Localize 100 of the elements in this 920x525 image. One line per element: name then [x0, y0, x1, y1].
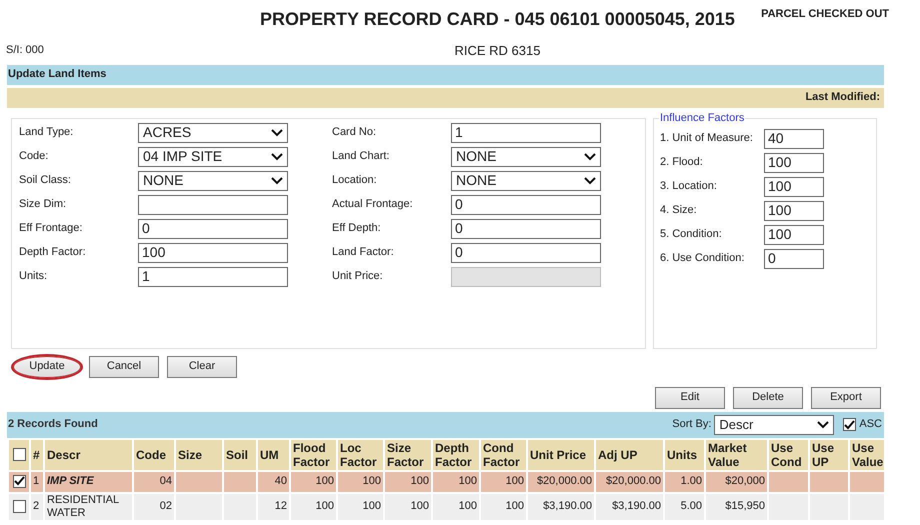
row-checkbox[interactable] [12, 448, 26, 461]
field-label: Units: [19, 269, 48, 284]
column-header: Size [175, 438, 223, 470]
panel-legend: Influence Factors [659, 112, 746, 124]
column-header: Market Value [705, 438, 768, 470]
table-cell: 12 [257, 492, 290, 520]
parcel-status: PARCEL CHECKED OUT [761, 7, 889, 22]
sort-label: Sort By: [672, 417, 712, 432]
table-button[interactable]: Export [811, 386, 881, 408]
table-cell: 100 [337, 492, 384, 520]
chevron-down-icon [584, 176, 596, 184]
input-field[interactable]: 0 [764, 248, 824, 268]
field-label: Soil Class: [19, 173, 72, 188]
table-cell: 2 [30, 492, 44, 520]
last-modified-bar: Last Modified: [7, 88, 884, 108]
service-id: S/I: 000 [6, 43, 44, 58]
column-header: Use Cond [768, 438, 809, 470]
column-header: Soil [223, 438, 257, 470]
column-header: Adj UP [595, 438, 664, 470]
column-header: Loc Factor [337, 438, 384, 470]
factor-label: 1. Unit of Measure: [660, 131, 754, 146]
table-cell: 100 [432, 492, 480, 520]
dropdown-field[interactable]: NONE [451, 170, 601, 190]
records-count: 2 Records Found [8, 417, 98, 432]
field-label: Eff Depth: [332, 221, 382, 236]
field-label: Land Factor: [332, 245, 395, 260]
table-cell: 100 [290, 492, 337, 520]
column-header: Code [133, 438, 175, 470]
chevron-down-icon [271, 128, 283, 136]
field-label: Location: [332, 173, 378, 188]
row-checkbox[interactable] [12, 500, 26, 513]
field-label: Code: [19, 149, 50, 164]
input-field[interactable]: 0 [138, 218, 288, 238]
table-cell: $3,190.00 [527, 492, 595, 520]
asc-checkbox[interactable] [843, 418, 856, 431]
factor-label: 2. Flood: [660, 155, 704, 170]
checkmark-icon [844, 420, 856, 430]
table-cell: 100 [384, 492, 432, 520]
column-header: Flood Factor [290, 438, 337, 470]
table-cell: $3,190.00 [595, 492, 664, 520]
field-label: Eff Frontage: [19, 221, 84, 236]
table-cell: 02 [133, 492, 175, 520]
checkmark-icon [14, 476, 24, 486]
field-label: Land Type: [19, 125, 74, 140]
dropdown-field[interactable]: NONE [451, 146, 601, 166]
column-header: UM [257, 438, 290, 470]
dropdown-field[interactable]: 04 IMP SITE [138, 146, 288, 166]
column-header: Units [664, 438, 705, 470]
input-field[interactable]: 0 [451, 218, 601, 238]
input-field[interactable]: 0 [451, 194, 601, 214]
form-button[interactable]: Cancel [89, 356, 159, 378]
chevron-down-icon [271, 152, 283, 160]
input-field[interactable]: 100 [764, 224, 824, 244]
address-text: RICE RD 6315 [454, 42, 540, 60]
input-field[interactable]: 100 [138, 242, 288, 262]
table-row[interactable]: 1 IMP SITE 04 40 100 100 100 100 100 $20,000.00 $20,000.00 1.00 $20,000 [8, 470, 885, 492]
factor-label: 3. Location: [660, 179, 718, 194]
input-field[interactable]: 40 [764, 128, 824, 148]
chevron-down-icon [817, 420, 830, 428]
table-cell: 5.00 [664, 492, 705, 520]
factor-label: 5. Condition: [660, 227, 723, 242]
table-button[interactable]: Edit [655, 386, 725, 408]
table-button[interactable]: Delete [733, 386, 803, 408]
column-header: Descr [44, 438, 133, 470]
table-cell: 1 [30, 470, 44, 492]
column-header: Use UP [809, 438, 849, 470]
table-cell: 100 [480, 492, 527, 520]
field-label: Actual Frontage: [332, 197, 414, 212]
input-field[interactable] [138, 194, 288, 214]
chevron-down-icon [584, 152, 596, 160]
field-label: Land Chart: [332, 149, 390, 164]
form-button[interactable]: Clear [167, 356, 237, 378]
table-cell: RESIDENTIAL WATER [44, 492, 133, 520]
factor-label: 4. Size: [660, 203, 698, 218]
input-field[interactable]: 1 [451, 122, 601, 142]
sort-select[interactable]: Descr [714, 414, 834, 434]
column-header: # [30, 438, 44, 470]
input-field[interactable]: 100 [764, 200, 824, 220]
row-checkbox[interactable] [12, 474, 26, 488]
dropdown-field[interactable]: NONE [138, 170, 288, 190]
section-header-bar: Update Land Items [7, 64, 884, 84]
input-field[interactable]: 0 [451, 242, 601, 262]
dropdown-field[interactable]: ACRES [138, 122, 288, 142]
asc-label: ASC [859, 417, 882, 432]
input-field[interactable]: 100 [764, 176, 824, 196]
input-field[interactable]: 1 [138, 266, 288, 286]
field-label: Depth Factor: [19, 245, 87, 260]
form-button[interactable]: Update [13, 356, 81, 378]
column-header: Depth Factor [432, 438, 480, 470]
factor-label: 6. Use Condition: [660, 251, 746, 266]
field-label: Card No: [332, 125, 378, 140]
chevron-down-icon [271, 176, 283, 184]
table-cell: $15,950 [705, 492, 768, 520]
field-label: Unit Price: [332, 269, 384, 284]
column-header: Unit Price [527, 438, 595, 470]
field-label: Size Dim: [19, 197, 68, 212]
column-header: Cond Factor [480, 438, 527, 470]
column-header: Size Factor [384, 438, 432, 470]
input-field[interactable]: 100 [764, 152, 824, 172]
page-title: PROPERTY RECORD CARD - 045 06101 00005045, 2015 [260, 8, 735, 31]
